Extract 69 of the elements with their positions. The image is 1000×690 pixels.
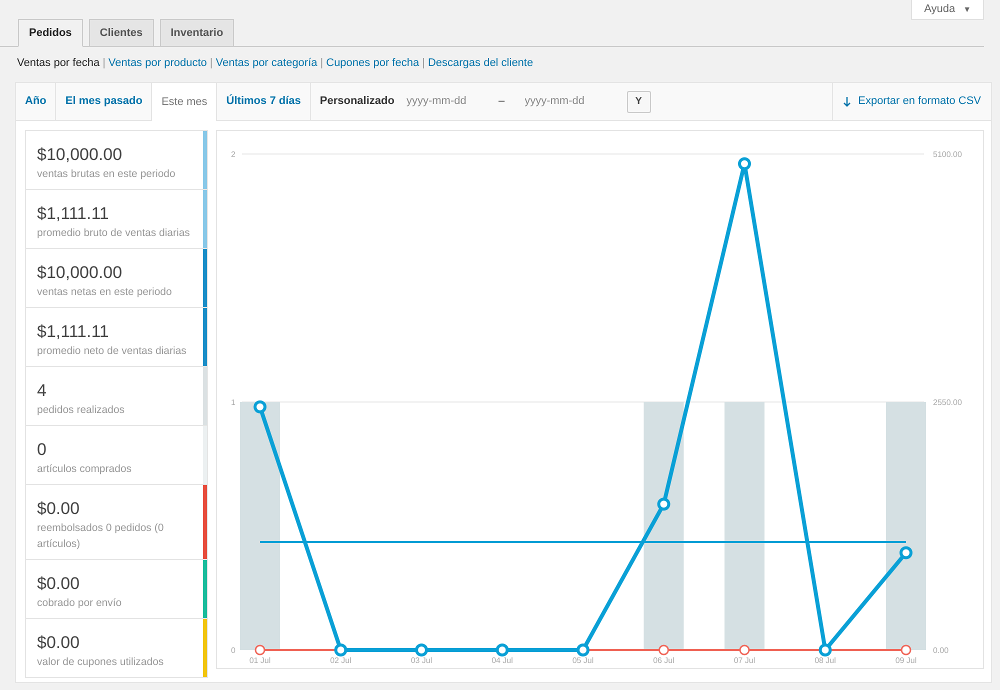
start-date-field[interactable]: yyyy-mm-dd bbox=[406, 93, 486, 110]
data-point bbox=[739, 644, 750, 656]
stat-label: cobrado por envío bbox=[37, 596, 123, 611]
separator: | bbox=[208, 56, 214, 71]
stat-value: $0.00 bbox=[37, 632, 81, 654]
stat-label: ventas brutas en este periodo bbox=[37, 167, 176, 182]
axis-label: 02 Jul bbox=[330, 656, 352, 665]
stat-label: valor de cupones utilizados bbox=[37, 655, 165, 670]
range-tab[interactable]: Últimos 7 días bbox=[217, 83, 311, 120]
report-link[interactable]: Cupones por fecha bbox=[326, 54, 420, 72]
stat-value: 0 bbox=[37, 439, 48, 461]
axis-label: 05 Jul bbox=[572, 656, 594, 665]
axis-label: 5100.00 bbox=[933, 150, 962, 159]
data-point bbox=[415, 644, 428, 656]
stat-value: $10,000.00 bbox=[37, 262, 124, 284]
data-point bbox=[334, 644, 348, 656]
data-point bbox=[900, 644, 912, 656]
stat-label: artículos comprados bbox=[37, 462, 133, 477]
data-point bbox=[657, 498, 670, 511]
axis-label: 0 bbox=[231, 646, 236, 655]
axis-label: 0.00 bbox=[933, 646, 949, 655]
axis-label: 03 Jul bbox=[410, 656, 432, 665]
report-link[interactable]: Ventas por producto bbox=[108, 54, 207, 72]
tab[interactable]: Clientes bbox=[88, 19, 154, 47]
axis-label: 09 Jul bbox=[895, 656, 917, 665]
end-date-field[interactable]: yyyy-mm-dd bbox=[524, 93, 605, 110]
axis-label: 2 bbox=[231, 150, 236, 159]
stat-value: 4 bbox=[37, 380, 48, 402]
axis-label: 07 Jul bbox=[734, 656, 756, 665]
stat-label: promedio bruto de ventas diarias bbox=[37, 226, 191, 241]
stat-value: $0.00 bbox=[37, 498, 81, 520]
tab[interactable]: Pedidos bbox=[18, 19, 83, 47]
data-point bbox=[254, 400, 266, 414]
axis-label: 1 bbox=[231, 398, 236, 407]
stat-value: $1,111.11 bbox=[37, 321, 110, 343]
data-point bbox=[738, 157, 751, 170]
stat-label: promedio neto de ventas diarias bbox=[37, 344, 188, 359]
data-point bbox=[818, 644, 832, 656]
separator: | bbox=[421, 56, 426, 71]
separator: | bbox=[102, 56, 106, 71]
data-point bbox=[658, 644, 669, 656]
axis-label: 04 Jul bbox=[492, 656, 513, 665]
report-link[interactable]: Ventas por categoría bbox=[216, 54, 318, 72]
dash: – bbox=[498, 94, 505, 110]
tab[interactable]: Inventario bbox=[160, 19, 234, 47]
data-point bbox=[496, 644, 509, 656]
range-tab[interactable]: Este mes bbox=[152, 83, 218, 121]
axis-label: 01 Jul bbox=[249, 656, 271, 665]
data-point bbox=[900, 546, 912, 560]
axis-label: 2550.00 bbox=[933, 398, 962, 407]
data-point bbox=[254, 644, 266, 656]
submit-button[interactable]: Y bbox=[626, 90, 651, 112]
stat-value: $1,111.11 bbox=[37, 203, 110, 225]
axis-label: 06 Jul bbox=[653, 656, 674, 665]
stat-value: $10,000.00 bbox=[37, 144, 124, 166]
custom-range-label: Personalizado bbox=[320, 94, 394, 110]
data-point bbox=[576, 644, 590, 656]
report-link[interactable]: Descargas del cliente bbox=[428, 54, 534, 72]
stat-label: ventas netas en este periodo bbox=[37, 285, 173, 300]
stat-label: pedidos realizados bbox=[37, 403, 126, 418]
help-button[interactable]: Ayuda ▼ bbox=[911, 0, 984, 20]
report-link[interactable]: Ventas por fecha bbox=[17, 54, 100, 72]
separator: | bbox=[319, 56, 324, 71]
range-tab[interactable]: Año bbox=[16, 83, 56, 120]
stat-label: reembolsados 0 pedidos (0 artículos) bbox=[37, 521, 165, 552]
download-arrow-icon bbox=[843, 96, 852, 106]
stat-value: $0.00 bbox=[37, 573, 81, 595]
axis-label: 08 Jul bbox=[814, 656, 836, 665]
export-link[interactable]: Exportar en formato CSV bbox=[832, 83, 991, 120]
